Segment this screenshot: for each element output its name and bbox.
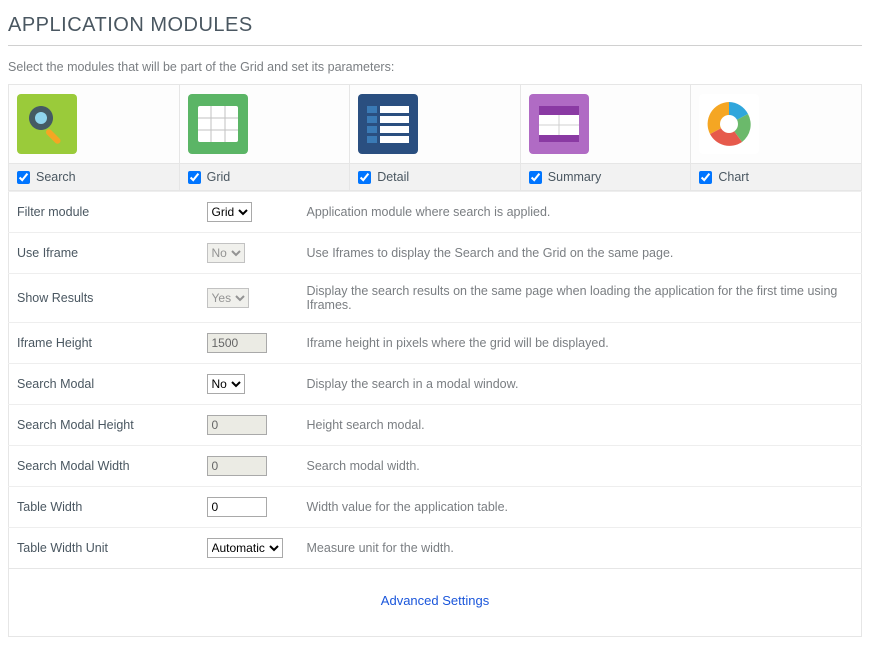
settings-table: Filter module Grid Application module wh…	[8, 191, 862, 569]
search-modal-height-hint: Height search modal.	[299, 405, 862, 446]
row-table-width: Table Width Width value for the applicat…	[9, 487, 862, 528]
chart-icon	[699, 94, 759, 154]
page-subtitle: Select the modules that will be part of …	[8, 60, 862, 74]
detail-icon	[358, 94, 418, 154]
module-chart: Chart	[691, 85, 861, 190]
module-chart-label: Chart	[718, 170, 749, 184]
iframe-height-label: Iframe Height	[9, 323, 199, 364]
use-iframe-hint: Use Iframes to display the Search and th…	[299, 233, 862, 274]
search-modal-height-label: Search Modal Height	[9, 405, 199, 446]
search-modal-select[interactable]: No	[207, 374, 245, 394]
module-grid: Grid	[180, 85, 351, 190]
search-modal-width-hint: Search modal width.	[299, 446, 862, 487]
iframe-height-hint: Iframe height in pixels where the grid w…	[299, 323, 862, 364]
module-summary-checkbox[interactable]	[529, 171, 542, 184]
module-detail: Detail	[350, 85, 521, 190]
row-table-width-unit: Table Width Unit Automatic Measure unit …	[9, 528, 862, 569]
table-width-unit-hint: Measure unit for the width.	[299, 528, 862, 569]
use-iframe-label: Use Iframe	[9, 233, 199, 274]
iframe-height-input[interactable]	[207, 333, 267, 353]
row-use-iframe: Use Iframe No Use Iframes to display the…	[9, 233, 862, 274]
table-width-unit-label: Table Width Unit	[9, 528, 199, 569]
filter-module-select[interactable]: Grid	[207, 202, 252, 222]
search-modal-width-input[interactable]	[207, 456, 267, 476]
row-show-results: Show Results Yes Display the search resu…	[9, 274, 862, 323]
row-filter-module: Filter module Grid Application module wh…	[9, 192, 862, 233]
table-width-unit-select[interactable]: Automatic	[207, 538, 283, 558]
table-width-hint: Width value for the application table.	[299, 487, 862, 528]
module-detail-checkbox[interactable]	[358, 171, 371, 184]
search-icon	[17, 94, 77, 154]
show-results-select[interactable]: Yes	[207, 288, 249, 308]
show-results-label: Show Results	[9, 274, 199, 323]
module-detail-label: Detail	[377, 170, 409, 184]
page-title: APPLICATION MODULES	[8, 8, 862, 46]
row-search-modal: Search Modal No Display the search in a …	[9, 364, 862, 405]
footer: Advanced Settings	[8, 569, 862, 637]
module-grid-label: Grid	[207, 170, 231, 184]
module-chart-checkbox[interactable]	[699, 171, 712, 184]
use-iframe-select[interactable]: No	[207, 243, 245, 263]
filter-module-hint: Application module where search is appli…	[299, 192, 862, 233]
show-results-hint: Display the search results on the same p…	[299, 274, 862, 323]
module-summary-label: Summary	[548, 170, 601, 184]
advanced-settings-link[interactable]: Advanced Settings	[381, 593, 489, 608]
table-width-input[interactable]	[207, 497, 267, 517]
filter-module-label: Filter module	[9, 192, 199, 233]
search-modal-height-input[interactable]	[207, 415, 267, 435]
modules-row: Search Grid	[8, 84, 862, 191]
module-search: Search	[9, 85, 180, 190]
table-width-label: Table Width	[9, 487, 199, 528]
search-modal-width-label: Search Modal Width	[9, 446, 199, 487]
row-search-modal-width: Search Modal Width Search modal width.	[9, 446, 862, 487]
module-search-checkbox[interactable]	[17, 171, 30, 184]
module-summary: Summary	[521, 85, 692, 190]
row-search-modal-height: Search Modal Height Height search modal.	[9, 405, 862, 446]
grid-icon	[188, 94, 248, 154]
module-search-label: Search	[36, 170, 76, 184]
search-modal-label: Search Modal	[9, 364, 199, 405]
row-iframe-height: Iframe Height Iframe height in pixels wh…	[9, 323, 862, 364]
module-grid-checkbox[interactable]	[188, 171, 201, 184]
search-modal-hint: Display the search in a modal window.	[299, 364, 862, 405]
summary-icon	[529, 94, 589, 154]
